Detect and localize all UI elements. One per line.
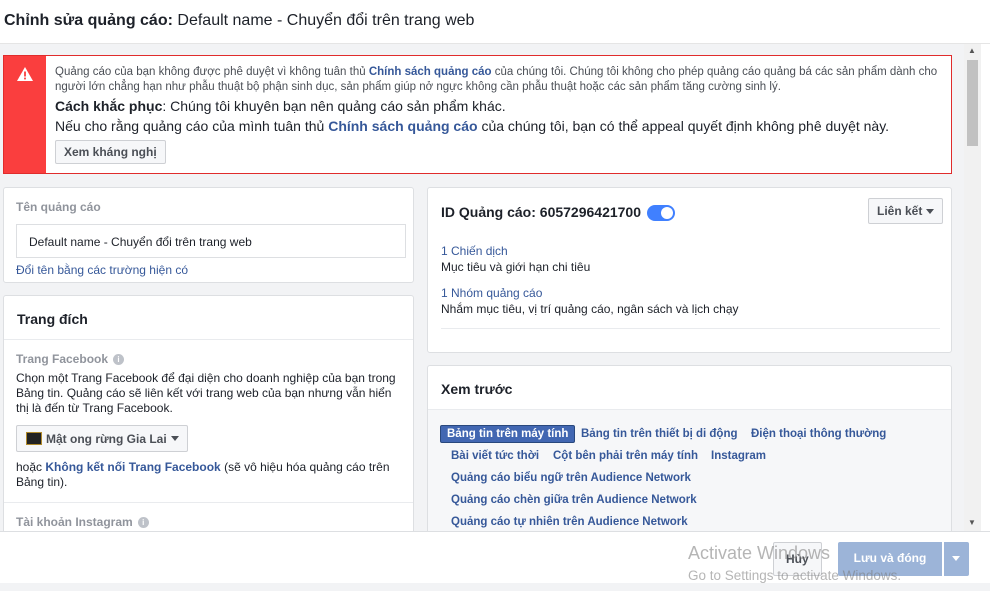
activate-windows-watermark: Activate Windows [688, 543, 831, 563]
adset-description: Nhắm mục tiêu, vị trí quảng cáo, ngân sá… [441, 302, 739, 316]
disconnect-page-link[interactable]: Không kết nối Trang Facebook [45, 460, 220, 474]
fix-text: : Chúng tôi khuyên bạn nên quảng cáo sản… [162, 98, 506, 114]
preview-card: Xem trước Bảng tin trên máy tính Bảng ti… [427, 365, 952, 531]
destination-card: Trang đích Trang Facebook i Chọn một Tran… [3, 295, 414, 531]
link-dropdown-label: Liên kết [877, 204, 923, 218]
dialog-title-ad-name: Default name - Chuyển đổi trên trang web [177, 12, 475, 29]
facebook-page-label-text: Trang Facebook [16, 352, 109, 366]
preview-tabs: Bảng tin trên máy tính Bảng tin trên thi… [428, 410, 951, 531]
alert-reason: Quảng cáo của bạn không được phê duyệt v… [55, 65, 945, 95]
facebook-page-name: Mật ong rừng Gia Lai [46, 431, 167, 446]
campaign-description: Mục tiêu và giới hạn chi tiêu [441, 260, 591, 274]
page-avatar [26, 432, 42, 446]
dialog-title-label: Chỉnh sửa quảng cáo: [4, 12, 173, 29]
divider-3 [441, 328, 940, 329]
footer-bar [0, 583, 990, 591]
instagram-account-label: Tài khoản Instagram i [16, 515, 149, 529]
fix-label: Cách khắc phục [55, 98, 163, 114]
divider-2 [4, 502, 413, 503]
ad-name-label: Tên quảng cáo [16, 200, 101, 214]
tab-desktop-news-feed[interactable]: Bảng tin trên máy tính [440, 425, 576, 443]
destination-title: Trang đích [17, 311, 88, 327]
ad-policy-link-2[interactable]: Chính sách quảng cáo [328, 118, 477, 134]
dialog-header: Chỉnh sửa quảng cáo: Default name - Chuy… [0, 0, 990, 44]
alert-stripe [4, 56, 46, 173]
appeal-text: Nếu cho rằng quảng cáo của mình tuân thủ [55, 118, 325, 134]
toggle-knob [661, 207, 674, 220]
appeal-text-2: của chúng tôi, bạn có thể appeal quyết đ… [481, 118, 890, 134]
save-options-button[interactable] [944, 542, 969, 576]
activate-windows-hint: Go to Settings to activate Windows. [688, 568, 902, 583]
info-icon[interactable]: i [113, 354, 125, 366]
dialog-body: Quảng cáo của bạn không được phê duyệt v… [0, 44, 964, 531]
rename-link[interactable]: Đổi tên bằng các trường hiện có [16, 263, 188, 277]
tab-mobile-news-feed[interactable]: Bảng tin trên thiết bị di động [581, 428, 738, 440]
ad-name-card: Tên quảng cáo Default name - Chuyển đổi … [3, 187, 414, 283]
link-dropdown[interactable]: Liên kết [868, 198, 944, 224]
campaign-link[interactable]: 1 Chiến dịch [441, 244, 508, 258]
alert-reason-text: Quảng cáo của bạn không được phê duyệt v… [55, 66, 366, 78]
ad-id-card: ID Quảng cáo: 6057296421700 Liên kết 1 C… [427, 187, 952, 353]
chevron-down-icon [952, 556, 960, 561]
instagram-account-label-text: Tài khoản Instagram [16, 515, 133, 529]
tab-audience-network-native[interactable]: Quảng cáo tự nhiên trên Audience Network [451, 516, 688, 528]
scrollbar-thumb[interactable] [967, 60, 978, 146]
view-appeal-button[interactable]: Xem kháng nghị [55, 140, 166, 164]
tab-audience-network-interstitial[interactable]: Quảng cáo chèn giữa trên Audience Networ… [451, 494, 697, 506]
ad-name-input[interactable]: Default name - Chuyển đổi trên trang web [16, 224, 406, 258]
alert-appeal: Nếu cho rằng quảng cáo của mình tuân thủ… [55, 116, 945, 136]
ad-policy-link[interactable]: Chính sách quảng cáo [369, 66, 492, 78]
preview-title: Xem trước [441, 381, 513, 397]
alert-fix: Cách khắc phục: Chúng tôi khuyên bạn nên… [55, 96, 945, 116]
tab-instagram[interactable]: Instagram [711, 450, 766, 462]
tab-instant-articles[interactable]: Bài viết tức thời [451, 450, 539, 462]
facebook-page-label: Trang Facebook i [16, 352, 125, 366]
info-icon-2[interactable]: i [137, 517, 149, 529]
tab-desktop-right-column[interactable]: Cột bên phải trên máy tính [553, 450, 698, 462]
alert-text: Quảng cáo của bạn không được phê duyệt v… [55, 65, 945, 164]
warning-icon [17, 67, 33, 81]
disconnect-page-text: hoặc Không kết nối Trang Facebook (sẽ vô… [16, 460, 406, 490]
chevron-down-icon [170, 436, 179, 442]
or-text: hoặc [16, 460, 43, 474]
facebook-page-selector[interactable]: Mật ong rừng Gia Lai [16, 425, 188, 452]
ad-id-label: ID Quảng cáo: 6057296421700 [441, 204, 642, 220]
vertical-scrollbar[interactable]: ▲ ▼ [964, 44, 981, 531]
chevron-down-icon [926, 209, 935, 215]
divider [4, 339, 413, 340]
scroll-up-icon[interactable]: ▲ [968, 46, 976, 55]
tab-audience-network-banner[interactable]: Quảng cáo biểu ngữ trên Audience Network [451, 472, 691, 484]
adset-link[interactable]: 1 Nhóm quảng cáo [441, 286, 542, 300]
tab-feature-phone[interactable]: Điện thoại thông thường [751, 428, 886, 440]
ad-id-row: ID Quảng cáo: 6057296421700 [441, 204, 676, 222]
disapproval-alert: Quảng cáo của bạn không được phê duyệt v… [3, 55, 952, 174]
dialog-title: Chỉnh sửa quảng cáo: Default name - Chuy… [4, 12, 474, 30]
ad-status-toggle[interactable] [647, 205, 676, 222]
facebook-page-description: Chọn một Trang Facebook để đại diện cho … [16, 371, 396, 415]
scroll-down-icon[interactable]: ▼ [968, 518, 976, 527]
